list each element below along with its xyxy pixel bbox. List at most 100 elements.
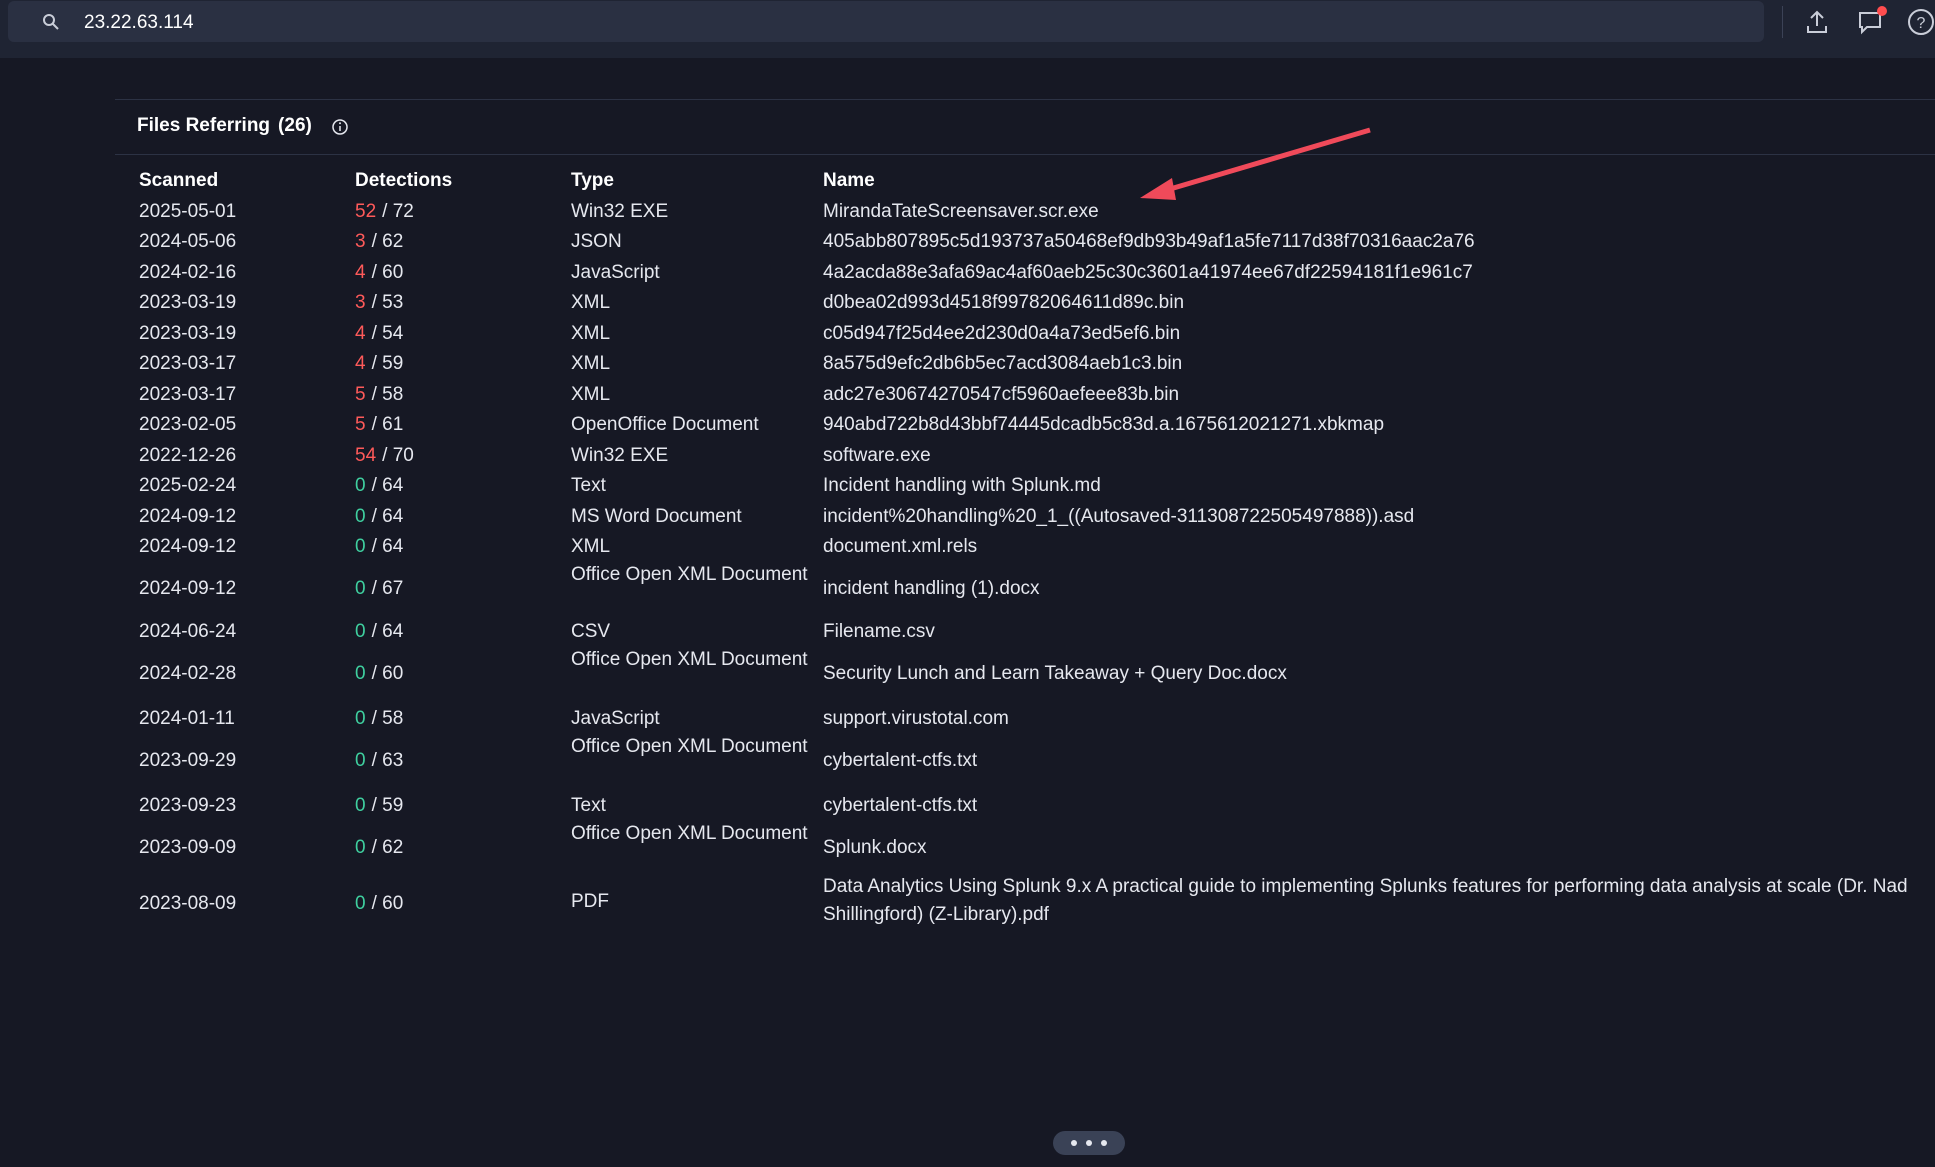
cell-name[interactable]: incident handling (1).docx (823, 573, 1935, 604)
table-row[interactable]: 2023-03-17 4/ 59 XML 8a575d9efc2db6b5ec7acd… (139, 348, 1935, 378)
table-row[interactable]: 2024-06-24 0/ 64 CSV Filename.csv (139, 616, 1935, 646)
svg-text:?: ? (1917, 15, 1926, 32)
cell-type: XML (571, 323, 611, 344)
detection-count: 0 (355, 750, 366, 771)
detection-total: / 59 (371, 795, 404, 816)
detection-total: / 58 (371, 708, 404, 729)
cell-type: OpenOffice Document (571, 414, 759, 435)
table-row[interactable]: 2024-02-28 0/ 60 Office Open XML Document S… (139, 646, 1935, 701)
files-referring-header: Files Referring (26) (115, 99, 1935, 155)
cell-type: JavaScript (571, 262, 660, 283)
cell-detections: 4/ 60 (355, 257, 403, 288)
table-row[interactable]: 2023-08-09 0/ 60 PDF Data Analytics Using S… (139, 875, 1935, 931)
detection-total: / 64 (371, 536, 404, 557)
cell-name[interactable]: adc27e30674270547cf5960aefeee83b.bin (823, 379, 1935, 410)
cell-name[interactable]: Filename.csv (823, 616, 1935, 647)
cell-detections: 0/ 59 (355, 790, 403, 821)
table-row[interactable]: 2024-02-16 4/ 60 JavaScript 4a2acda88e3afa6… (139, 257, 1935, 288)
info-icon[interactable] (330, 117, 350, 137)
cell-detections: 0/ 58 (355, 703, 403, 734)
cell-name[interactable]: cybertalent-ctfs.txt (823, 790, 1935, 821)
notification-badge (1877, 6, 1887, 16)
cell-type: Win32 EXE (571, 201, 669, 222)
cell-name[interactable]: Data Analytics Using Splunk 9.x A practi… (823, 873, 1935, 929)
table-row[interactable]: 2023-09-29 0/ 63 Office Open XML Document c… (139, 733, 1935, 788)
detection-count: 3 (355, 292, 366, 313)
detection-total: / 61 (371, 414, 404, 435)
cell-scanned: 2024-09-12 (139, 536, 237, 557)
detection-count: 4 (355, 262, 366, 283)
search-icon (43, 14, 59, 30)
cell-name[interactable]: support.virustotal.com (823, 703, 1935, 734)
cell-name[interactable]: software.exe (823, 440, 1935, 471)
table-row[interactable]: 2025-02-24 0/ 64 Text Incident handling wit… (139, 470, 1935, 500)
table-row[interactable]: 2024-09-12 0/ 67 Office Open XML Document i… (139, 561, 1935, 616)
cell-name[interactable]: 8a575d9efc2db6b5ec7acd3084aeb1c3.bin (823, 348, 1935, 379)
header-type[interactable]: Type (571, 170, 821, 192)
cell-type: Text (571, 475, 606, 496)
load-more-button[interactable] (1053, 1131, 1125, 1155)
table-row[interactable]: 2025-05-01 52/ 72 Win32 EXE MirandaTateScre… (139, 196, 1935, 227)
header-detections[interactable]: Detections (355, 170, 452, 192)
cell-name[interactable]: 405abb807895c5d193737a50468ef9db93b49af1… (823, 226, 1935, 257)
cell-name[interactable]: incident%20handling%20_1_((Autosaved-311… (823, 501, 1935, 532)
header-name[interactable]: Name (823, 170, 1935, 192)
cell-scanned: 2024-05-06 (139, 231, 237, 252)
cell-name[interactable]: Splunk.docx (823, 832, 1935, 863)
cell-name[interactable]: cybertalent-ctfs.txt (823, 745, 1935, 776)
table-row[interactable]: 2022-12-26 54/ 70 Win32 EXE software.exe (139, 440, 1935, 471)
search-bar[interactable] (8, 1, 1764, 42)
cell-scanned: 2023-09-23 (139, 795, 237, 816)
cell-name[interactable]: 940abd722b8d43bbf74445dcadb5c83d.a.16756… (823, 409, 1935, 440)
cell-scanned: 2023-03-17 (139, 384, 237, 405)
table-row[interactable]: 2023-02-05 5/ 61 OpenOffice Document 940abd… (139, 409, 1935, 439)
cell-type: CSV (571, 621, 611, 642)
cell-type: MS Word Document (571, 506, 742, 527)
upload-button[interactable] (1801, 6, 1833, 38)
cell-scanned: 2023-02-05 (139, 414, 237, 435)
table-row[interactable]: 2023-09-23 0/ 59 Text cybertalent-ctfs.txt (139, 790, 1935, 820)
header-scanned[interactable]: Scanned (139, 170, 218, 192)
detection-total: / 60 (371, 262, 404, 283)
help-button[interactable]: ? (1905, 6, 1935, 38)
cell-type: XML (571, 384, 611, 405)
table-row[interactable]: 2023-03-19 4/ 54 XML c05d947f25d4ee2d230d0a… (139, 318, 1935, 349)
detection-count: 0 (355, 837, 366, 858)
table-row[interactable]: 2023-09-09 0/ 62 Office Open XML Document S… (139, 820, 1935, 875)
chat-button[interactable] (1855, 6, 1887, 38)
top-bar: ? (0, 0, 1935, 58)
table-row[interactable]: 2024-01-11 0/ 58 JavaScript support.virusto… (139, 703, 1935, 733)
cell-name[interactable]: c05d947f25d4ee2d230d0a4a73ed5ef6.bin (823, 318, 1935, 349)
detection-total: / 70 (382, 445, 414, 466)
table-row[interactable]: 2023-03-19 3/ 53 XML d0bea02d993d4518f99782… (139, 287, 1935, 317)
help-icon: ? (1908, 9, 1934, 35)
cell-detections: 5/ 61 (355, 409, 403, 440)
cell-name[interactable]: d0bea02d993d4518f99782064611d89c.bin (823, 287, 1935, 318)
cell-name[interactable]: Security Lunch and Learn Takeaway + Quer… (823, 658, 1935, 689)
table-row[interactable]: 2024-09-12 0/ 64 MS Word Document incident%… (139, 501, 1935, 532)
detection-total: / 54 (371, 323, 404, 344)
cell-type: Text (571, 795, 606, 816)
detection-count: 52 (355, 201, 377, 222)
cell-name[interactable]: document.xml.rels (823, 531, 1935, 562)
cell-detections: 4/ 59 (355, 348, 403, 379)
cell-name[interactable]: Incident handling with Splunk.md (823, 470, 1935, 501)
cell-scanned: 2025-02-24 (139, 475, 237, 496)
cell-detections: 0/ 63 (355, 745, 403, 776)
cell-name[interactable]: MirandaTateScreensaver.scr.exe (823, 196, 1935, 227)
cell-detections: 0/ 64 (355, 501, 403, 532)
detection-total: / 60 (371, 663, 404, 684)
cell-detections: 52/ 72 (355, 196, 414, 227)
search-input[interactable] (82, 5, 1686, 41)
cell-scanned: 2025-05-01 (139, 201, 237, 222)
section-title-label: Files Referring (137, 115, 271, 136)
detection-count: 4 (355, 353, 366, 374)
detection-total: / 63 (371, 750, 404, 771)
cell-detections: 0/ 60 (355, 658, 403, 689)
table-row[interactable]: 2023-03-17 5/ 58 XML adc27e30674270547cf596… (139, 379, 1935, 410)
table-row[interactable]: 2024-09-12 0/ 64 XML document.xml.rels (139, 531, 1935, 561)
table-row[interactable]: 2024-05-06 3/ 62 JSON 405abb807895c5d193737… (139, 226, 1935, 256)
cell-name[interactable]: 4a2acda88e3afa69ac4af60aeb25c30c3601a419… (823, 257, 1935, 288)
cell-type: Office Open XML Document (571, 823, 808, 844)
cell-scanned: 2024-02-28 (139, 663, 237, 684)
